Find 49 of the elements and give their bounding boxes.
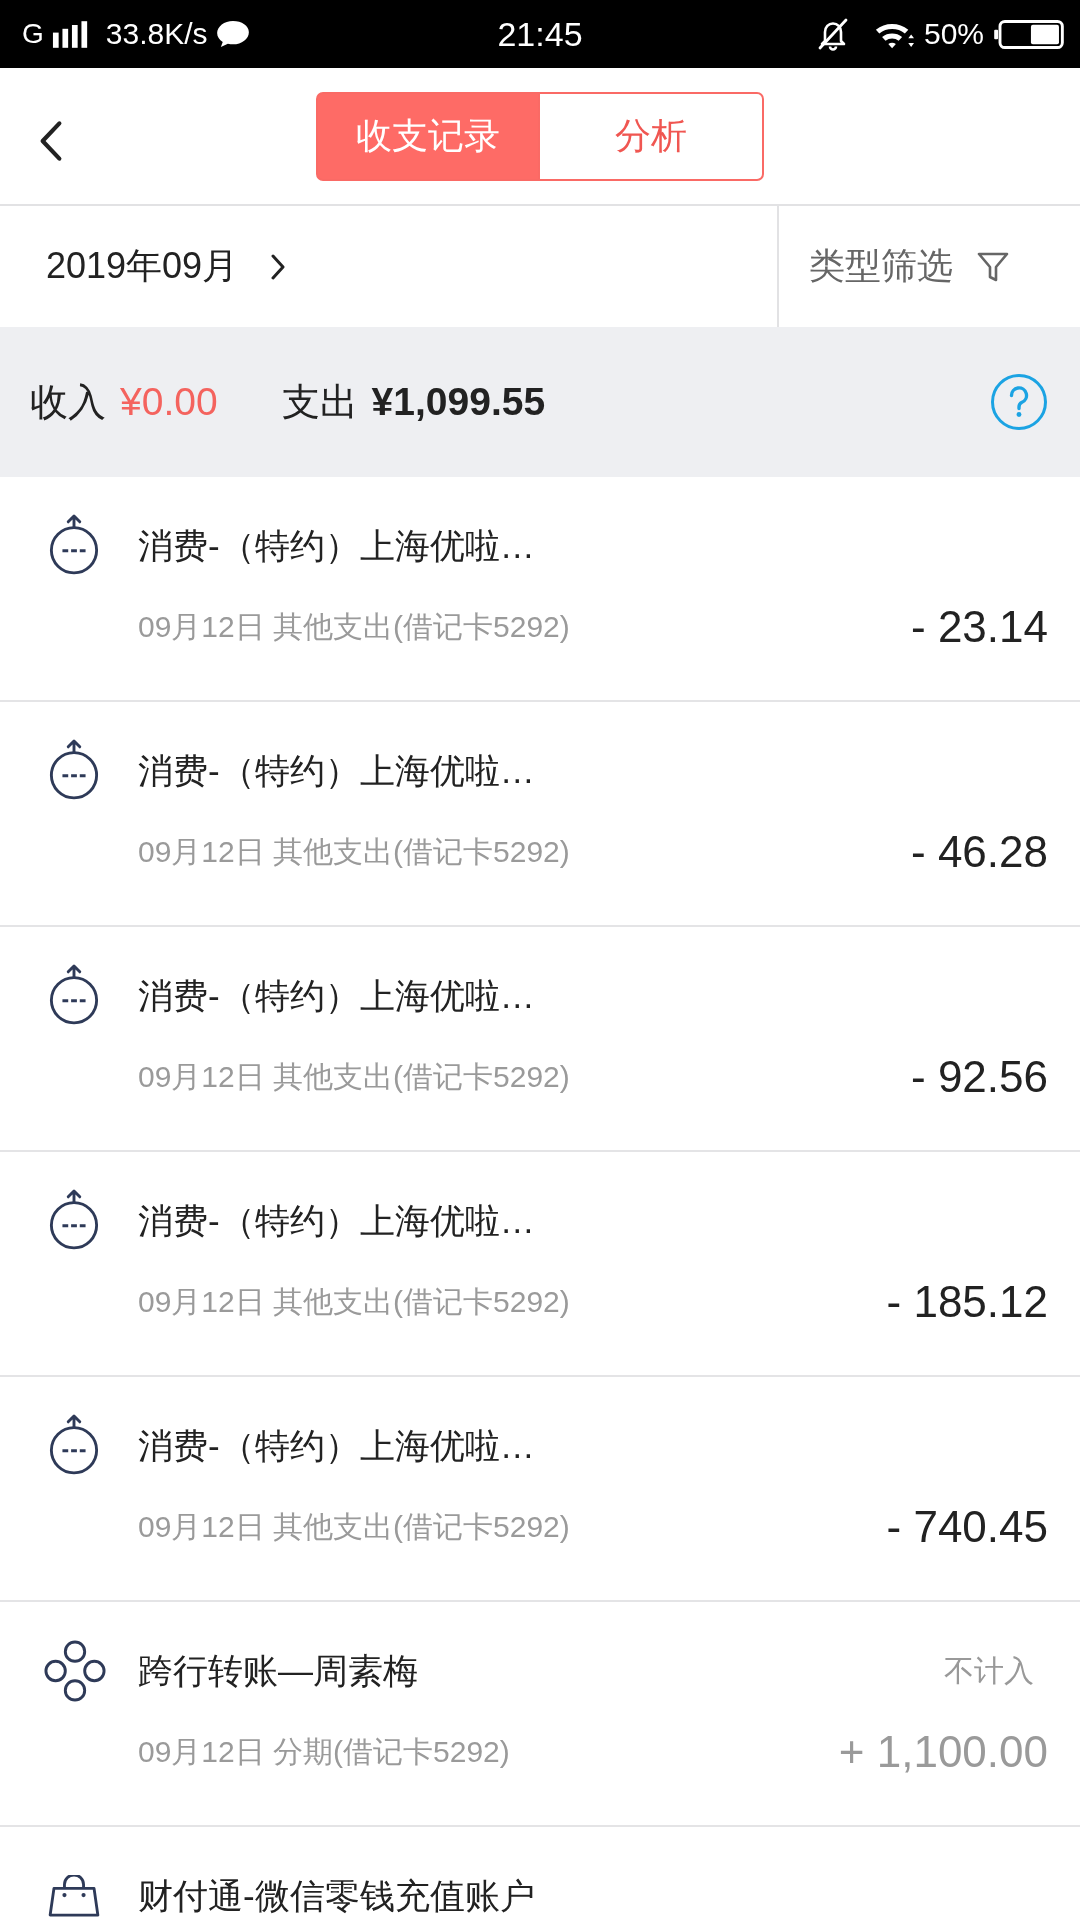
transaction-row[interactable]: 消费-（特约）上海优啦… 09月12日 其他支出(借记卡5292) - 185.12 [0, 1152, 1080, 1377]
transaction-row[interactable]: 消费-（特约）上海优啦… 09月12日 其他支出(借记卡5292) - 92.56 [0, 927, 1080, 1152]
transaction-title: 消费-（特约）上海优啦… [138, 526, 536, 566]
transaction-title: 消费-（特约）上海优啦… [138, 751, 536, 791]
transaction-title: 财付通-微信零钱充值账户 [138, 1876, 536, 1916]
transaction-title: 跨行转账—周素梅 [138, 1651, 419, 1691]
signal-icon [51, 20, 90, 48]
transaction-detail: 09月12日 其他支出(借记卡5292) [138, 608, 571, 645]
transaction-row[interactable]: 消费-（特约）上海优啦… 09月12日 其他支出(借记卡5292) - 740.45 [0, 1377, 1080, 1602]
month-selector[interactable]: 2019年09月 [0, 206, 777, 327]
transaction-detail: 09月12日 分期(借记卡5292) [138, 1733, 511, 1770]
network-type: G [22, 18, 44, 50]
transaction-amount: - 740.45 [886, 1502, 1048, 1552]
income-label: 收入 [30, 379, 106, 425]
battery-icon [994, 19, 1064, 49]
transaction-amount: - 46.28 [911, 827, 1048, 877]
circle-up-arrow-icon [48, 738, 100, 800]
transaction-row[interactable]: 消费-（特约）上海优啦… 09月12日 其他支出(借记卡5292) - 23.14 [0, 477, 1080, 702]
transaction-title: 消费-（特约）上海优啦… [138, 976, 536, 1016]
transaction-note: 不计入 [944, 1652, 1035, 1689]
income-amount: ¥0.00 [120, 380, 218, 424]
expense-amount: ¥1,099.55 [371, 380, 546, 424]
filter-icon [977, 250, 1009, 283]
clock: 21:45 [497, 15, 583, 53]
transaction-amount: - 23.14 [911, 602, 1048, 652]
shopping-bag-icon [48, 1875, 100, 1917]
transaction-detail: 09月12日 其他支出(借记卡5292) [138, 1283, 571, 1320]
four-circles-icon [44, 1640, 106, 1702]
circle-up-arrow-icon [48, 1188, 100, 1250]
transaction-detail: 09月12日 其他支出(借记卡5292) [138, 1058, 571, 1095]
expense-label: 支出 [281, 379, 358, 425]
transaction-title: 消费-（特约）上海优啦… [138, 1426, 536, 1466]
transaction-detail: 09月12日 其他支出(借记卡5292) [138, 833, 571, 870]
chevron-right-icon [270, 252, 287, 281]
transaction-title: 消费-（特约）上海优啦… [138, 1201, 536, 1241]
transaction-detail: 09月12日 其他支出(借记卡5292) [138, 1508, 571, 1545]
transaction-amount: + 1,100.00 [838, 1727, 1048, 1777]
transaction-amount: - 185.12 [886, 1277, 1048, 1327]
circle-up-arrow-icon [48, 513, 100, 575]
transaction-row[interactable]: 跨行转账—周素梅 不计入 09月12日 分期(借记卡5292) + 1,100.00 [0, 1602, 1080, 1827]
battery-percent: 50% [923, 17, 984, 51]
circle-up-arrow-icon [48, 1413, 100, 1475]
transaction-amount: - 92.56 [911, 1052, 1048, 1102]
transaction-row[interactable]: 消费-（特约）上海优啦… 09月12日 其他支出(借记卡5292) - 46.28 [0, 702, 1080, 927]
transaction-row[interactable]: 财付通-微信零钱充值账户 [0, 1827, 1080, 1920]
circle-up-arrow-icon [48, 963, 100, 1025]
chat-bubble-icon [215, 20, 250, 48]
network-speed: 33.8K/s [105, 17, 208, 51]
back-icon [38, 120, 64, 162]
